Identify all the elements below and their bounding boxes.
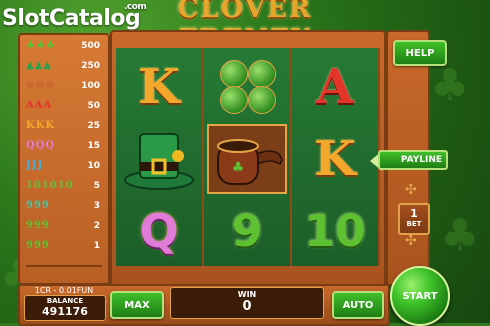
balance-label: BALANCE: [46, 297, 84, 305]
bet-display[interactable]: 1 BET: [398, 203, 430, 235]
paytable-value: 10: [87, 161, 100, 171]
paytable-row: 999 1: [24, 239, 104, 256]
letter-k-icon: K: [314, 131, 356, 187]
autoplay-button[interactable]: AUTO: [332, 291, 384, 319]
balance-display: BALANCE 491176: [24, 295, 106, 321]
four-leaf-clover-icon: [210, 54, 284, 120]
reel-column: KQ: [116, 48, 204, 266]
reel-cell: [207, 52, 287, 122]
reel-cell: 9: [207, 196, 287, 266]
letter-k-icon: K: [138, 59, 180, 115]
game-title: CLOVER FRENZY: [177, 0, 313, 54]
paytable-value: 25: [87, 121, 100, 131]
win-label: WIN: [237, 290, 257, 299]
win-value: 0: [242, 299, 252, 314]
paytable-value: 3: [93, 201, 100, 211]
paytable-row: 999 2: [24, 219, 104, 236]
paytable-row: KKK 25: [24, 119, 104, 136]
paytable-value: 100: [81, 81, 100, 91]
watermark-suffix: .com: [124, 2, 147, 12]
paytable-value: 1: [93, 241, 100, 251]
paytable-value: 2: [93, 221, 100, 231]
payline-button[interactable]: PAYLINE: [378, 150, 448, 170]
celtic-knot-icon: ✣: [405, 182, 417, 198]
extra-icon: 999: [26, 220, 50, 231]
letter-a-icon: AAA: [26, 100, 53, 111]
clover-leaf: [220, 86, 248, 114]
paytable-row: 999 3: [24, 199, 104, 216]
paytable-value: 15: [87, 141, 100, 151]
svg-text:♣: ♣: [232, 160, 245, 176]
reel-cell: Q: [119, 196, 199, 266]
start-spin-button[interactable]: START: [390, 266, 450, 326]
celtic-knot-icon: ✣: [405, 233, 417, 249]
background-clover-icon: ♣: [440, 210, 480, 261]
max-bet-button[interactable]: MAX: [110, 291, 164, 319]
reels-area: K Q ♣ 9 A K 10: [116, 48, 380, 266]
paytable-row: QQQ 15: [24, 139, 104, 156]
bet-value: 1: [410, 207, 418, 220]
background-clover-icon: ♣: [430, 60, 470, 111]
number-ten-icon: 10: [304, 205, 366, 257]
letter-j-icon: JJJ: [26, 160, 44, 171]
reel-column: ♣ 9: [204, 48, 292, 266]
currency-label: 1CR - 0.01FUN: [34, 286, 94, 295]
paytable-value: 5: [93, 181, 100, 191]
paytable: ♣♣♣ 500 ▲▲▲ 250 ●●● 100 AAA 50 KKK 25 QQQ 15 JJJ 10 10…: [18, 33, 110, 285]
paytable-divider: [26, 265, 102, 279]
clover-icon: ♣♣♣: [26, 40, 56, 51]
leprechaun-hat-icon: [122, 126, 196, 192]
clover-leaf: [220, 60, 248, 88]
number-ten-icon: 101010: [26, 180, 74, 191]
reel-cell: A: [295, 52, 375, 122]
balance-value: 491176: [42, 305, 88, 318]
paytable-value: 50: [87, 101, 100, 111]
letter-a-icon: A: [316, 59, 354, 115]
bet-label: BET: [406, 220, 422, 228]
reel-cell: ♣: [207, 124, 287, 194]
reel-column: A K 10: [292, 48, 380, 266]
help-button[interactable]: HELP: [393, 40, 447, 66]
letter-q-icon: Q: [139, 204, 179, 258]
letter-q-icon: QQQ: [26, 140, 56, 151]
reel-cell: K: [119, 52, 199, 122]
number-nine-icon: 999: [26, 200, 50, 211]
reel-cell: [119, 124, 199, 194]
paytable-row: ●●● 100: [24, 79, 104, 96]
letter-k-icon: KKK: [26, 120, 56, 131]
reel-cell: 10: [295, 196, 375, 266]
clover-leaf: [248, 86, 276, 114]
paytable-row: ♣♣♣ 500: [24, 39, 104, 56]
pipe-icon: ●●●: [26, 80, 56, 91]
extra2-icon: 999: [26, 240, 50, 251]
number-nine-icon: 9: [231, 205, 263, 257]
smoking-pipe-icon: ♣: [210, 126, 284, 192]
reel-cell: K: [295, 124, 375, 194]
watermark-logo: SlotCatalog .com: [2, 2, 147, 31]
paytable-value: 500: [81, 41, 100, 51]
paytable-value: 250: [81, 61, 100, 71]
clover-leaf: [248, 60, 276, 88]
paytable-row: AAA 50: [24, 99, 104, 116]
hat-icon: ▲▲▲: [26, 60, 53, 71]
paytable-row: 101010 5: [24, 179, 104, 196]
paytable-row: ▲▲▲ 250: [24, 59, 104, 76]
watermark-brand: SlotCatalog: [2, 6, 141, 31]
paytable-row: JJJ 10: [24, 159, 104, 176]
win-display: WIN 0: [170, 287, 324, 319]
